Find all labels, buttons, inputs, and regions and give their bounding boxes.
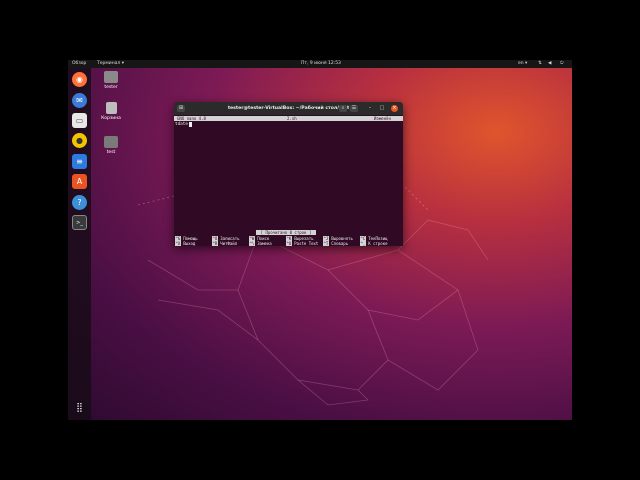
- editor-line-text: tdate: [175, 122, 188, 127]
- keyboard-layout[interactable]: en ▾: [518, 60, 527, 68]
- desktop-icon-trash[interactable]: Корзина: [98, 102, 124, 121]
- dock: ◉ ✉ ▭ ● ≡ A ? >_ ⣿: [68, 68, 91, 420]
- nano-filename: 2.sh: [287, 116, 297, 121]
- shortcut-replace[interactable]: ^\ Замена: [249, 241, 272, 246]
- nano-header: GNU nano 4.8 2.sh Изменён: [174, 116, 403, 121]
- menu-icon[interactable]: ☰: [350, 105, 358, 112]
- grid-icon[interactable]: ⣿: [72, 400, 87, 415]
- shortcut-read-file[interactable]: ^R ЧитФайл: [212, 241, 237, 246]
- activities-button[interactable]: Обзор: [72, 60, 86, 68]
- desktop-icon-test[interactable]: test: [98, 136, 124, 155]
- minimize-icon[interactable]: –: [366, 105, 374, 112]
- new-tab-icon[interactable]: ⊞: [177, 105, 185, 112]
- app-menu[interactable]: Терминал ▾: [97, 60, 124, 68]
- shortcut-go-to-line[interactable]: ^_ К строке: [360, 241, 388, 246]
- desktop-icon-tester[interactable]: tester: [98, 71, 124, 90]
- network-icon[interactable]: ⇅: [538, 60, 542, 68]
- files-icon[interactable]: ▭: [72, 113, 87, 128]
- text-cursor: [188, 122, 192, 127]
- nano-status-message: [ Прочитано 0 строк ]: [256, 230, 316, 235]
- terminal-icon[interactable]: >_: [72, 215, 87, 230]
- terminal-titlebar[interactable]: tester@tester-VirtualBox: ~/Рабочий стол…: [174, 102, 403, 115]
- volume-icon[interactable]: ◀: [548, 60, 551, 68]
- software-icon[interactable]: A: [72, 174, 87, 189]
- clock[interactable]: Пт, 9 июня 12:53: [301, 60, 341, 68]
- desktop-icon-label: tester: [104, 85, 118, 90]
- power-icon[interactable]: ⏻: [560, 60, 564, 68]
- nano-state: Изменён: [374, 116, 391, 121]
- desktop-icon-label: test: [106, 150, 116, 155]
- desktop-screen: Обзор Терминал ▾ Пт, 9 июня 12:53 en ▾ ⇅…: [68, 60, 572, 420]
- top-bar: Обзор Терминал ▾ Пт, 9 июня 12:53 en ▾ ⇅…: [68, 60, 572, 68]
- firefox-icon[interactable]: ◉: [72, 72, 87, 87]
- close-icon[interactable]: ×: [391, 105, 398, 112]
- maximize-icon[interactable]: □: [378, 105, 386, 112]
- folder-icon: [104, 136, 118, 148]
- editor-line[interactable]: tdate: [175, 122, 192, 127]
- thunderbird-icon[interactable]: ✉: [72, 93, 87, 108]
- help-icon[interactable]: ?: [72, 195, 87, 210]
- search-icon[interactable]: ⌕: [339, 105, 347, 112]
- trash-icon: [105, 102, 117, 114]
- terminal-window[interactable]: tester@tester-VirtualBox: ~/Рабочий стол…: [174, 102, 403, 246]
- shortcut-exit[interactable]: ^X Выход: [175, 241, 195, 246]
- libreoffice-writer-icon[interactable]: ≡: [72, 154, 87, 169]
- shortcut-paste[interactable]: ^U Paste Text: [286, 241, 318, 246]
- nano-version: GNU nano 4.8: [177, 116, 206, 121]
- shortcut-spell[interactable]: ^T Словарь: [323, 241, 348, 246]
- rhythmbox-icon[interactable]: ●: [72, 133, 87, 148]
- desktop-icon-label: Корзина: [101, 116, 121, 121]
- home-folder-icon: [104, 71, 118, 83]
